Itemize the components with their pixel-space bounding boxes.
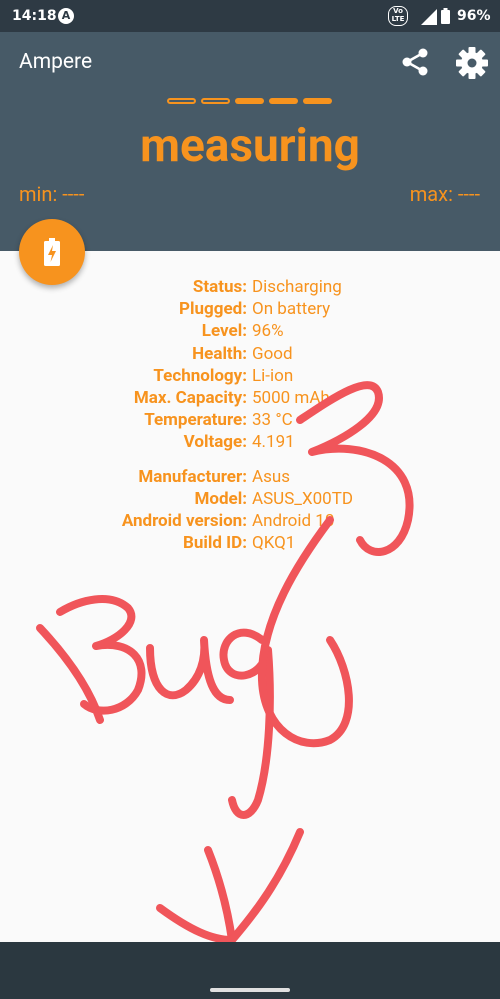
info-label: Plugged: bbox=[179, 299, 247, 320]
info-label: Temperature: bbox=[144, 410, 247, 431]
info-value: 5000 mAh bbox=[252, 387, 330, 408]
progress-segment bbox=[201, 98, 230, 104]
info-value: Li-ion bbox=[252, 365, 294, 386]
measurement-progress bbox=[167, 98, 333, 106]
measurement-state: measuring bbox=[140, 119, 360, 173]
info-value: Asus bbox=[252, 466, 291, 487]
share-icon[interactable] bbox=[399, 46, 431, 78]
battery-info-list: Status: Discharging Plugged: On battery … bbox=[0, 276, 500, 554]
app-title: Ampere bbox=[19, 50, 93, 74]
progress-segment bbox=[235, 98, 264, 104]
signal-icon bbox=[421, 9, 437, 25]
annotation-arrow bbox=[156, 904, 236, 944]
progress-segment bbox=[167, 98, 196, 104]
info-row-manufacturer: Manufacturer: Asus bbox=[0, 466, 500, 488]
info-value: 4.191 bbox=[252, 432, 295, 453]
status-time: 14:18 bbox=[12, 8, 57, 24]
info-label: Model: bbox=[194, 488, 247, 509]
info-label: Max. Capacity: bbox=[133, 387, 247, 408]
info-value: 96% bbox=[252, 321, 284, 342]
annotation-letter-b bbox=[56, 595, 146, 715]
info-value: Android 10 bbox=[252, 510, 335, 531]
info-row-voltage: Voltage: 4.191 bbox=[0, 431, 500, 453]
info-value: 33 °C bbox=[252, 410, 293, 431]
info-label: Status: bbox=[192, 277, 247, 297]
info-row-level: Level: 96% bbox=[0, 320, 500, 342]
info-value: Discharging bbox=[252, 277, 342, 297]
gear-icon[interactable] bbox=[455, 46, 489, 80]
info-row-max-capacity: Max. Capacity: 5000 mAh bbox=[0, 387, 500, 409]
notification-a-icon: A bbox=[58, 8, 74, 24]
info-value: Good bbox=[252, 343, 293, 364]
info-row-technology: Technology: Li-ion bbox=[0, 365, 500, 387]
min-value: min: ---- bbox=[19, 182, 85, 206]
info-label: Technology: bbox=[153, 365, 247, 386]
annotation-letter-u bbox=[146, 636, 234, 704]
annotation-letter-g bbox=[219, 628, 274, 819]
info-value: QKQ1 bbox=[252, 533, 296, 554]
status-bar: 14:18 A Vo LTE 96% bbox=[0, 0, 500, 32]
info-value: On battery bbox=[252, 299, 331, 320]
volte-icon: Vo LTE bbox=[388, 6, 408, 26]
progress-segment bbox=[269, 98, 298, 104]
annotation-stroke bbox=[36, 624, 104, 724]
annotation-arrow bbox=[204, 846, 236, 944]
info-label: Build ID: bbox=[183, 533, 247, 554]
battery-percent: 96% bbox=[457, 8, 491, 24]
app-header: Ampere measuring min: ---- max: ---- bbox=[0, 32, 500, 251]
info-row-plugged: Plugged: On battery bbox=[0, 298, 500, 320]
info-row-temperature: Temperature: 33 °C bbox=[0, 409, 500, 431]
battery-charging-icon bbox=[44, 238, 60, 266]
info-row-build-id: Build ID: QKQ1 bbox=[0, 532, 500, 554]
info-row-model: Model: ASUS_X00TD bbox=[0, 488, 500, 510]
info-row-status: Status: Discharging bbox=[0, 276, 500, 298]
info-label: Manufacturer: bbox=[138, 466, 247, 487]
info-label: Health: bbox=[192, 343, 247, 364]
annotation-arrow bbox=[228, 828, 304, 944]
max-value: max: ---- bbox=[409, 182, 480, 206]
gesture-home-handle[interactable] bbox=[210, 988, 290, 992]
info-value: ASUS_X00TD bbox=[252, 488, 354, 509]
progress-segment bbox=[303, 98, 332, 104]
info-row-health: Health: Good bbox=[0, 343, 500, 365]
system-nav-bar bbox=[0, 942, 500, 999]
info-row-android-version: Android version: Android 10 bbox=[0, 510, 500, 532]
info-label: Level: bbox=[201, 321, 247, 342]
battery-icon bbox=[441, 8, 450, 24]
info-label: Android version: bbox=[121, 510, 247, 531]
info-label: Voltage: bbox=[183, 432, 247, 453]
